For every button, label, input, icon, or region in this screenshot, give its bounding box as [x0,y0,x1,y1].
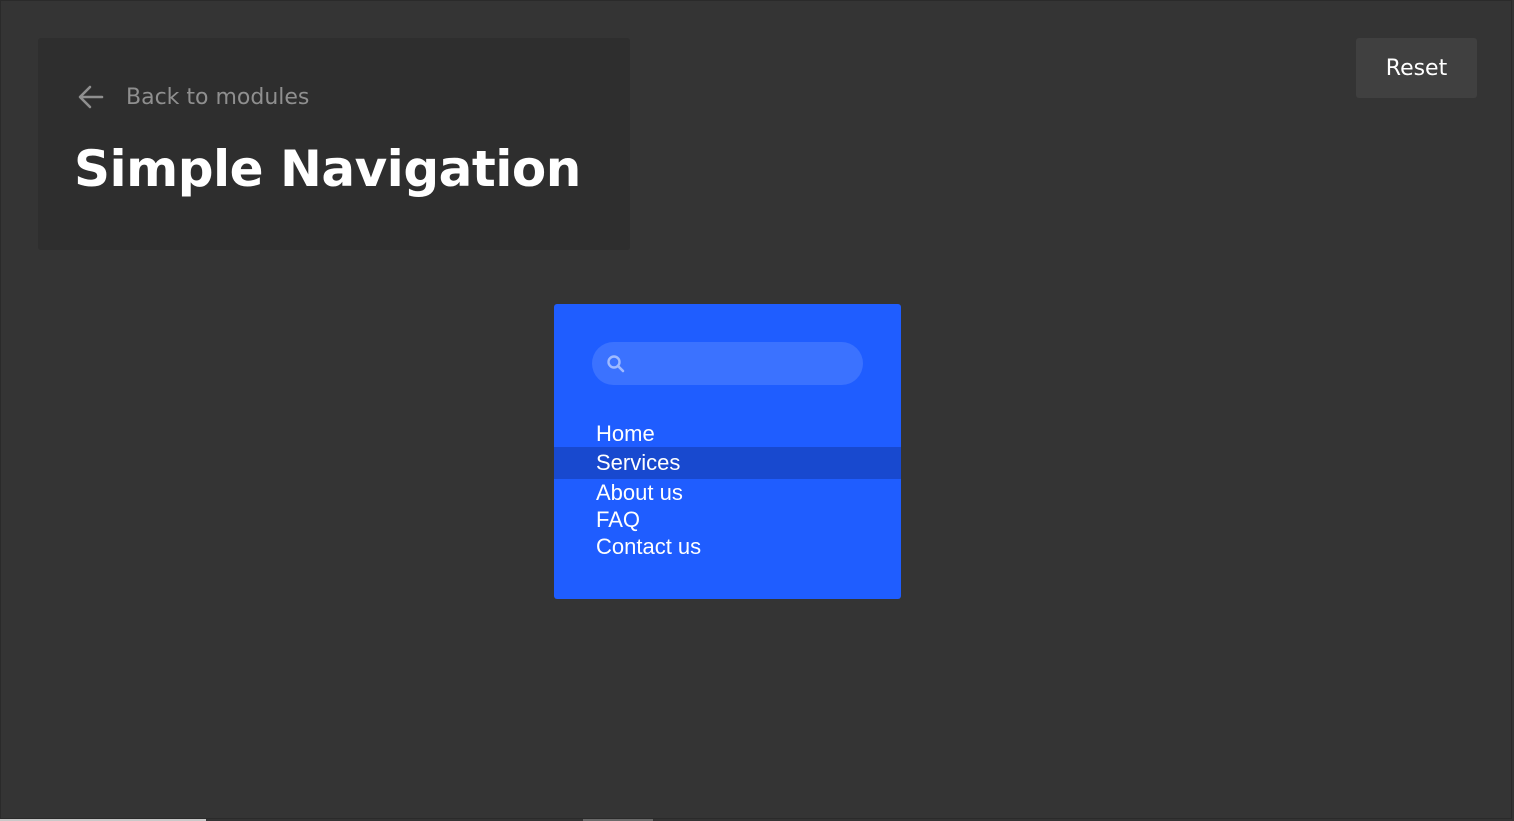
nav-item-faq[interactable]: FAQ [554,506,901,533]
header-card: Back to modules Simple Navigation [38,38,630,250]
nav-item-home[interactable]: Home [554,420,901,447]
arrow-left-icon [76,82,106,112]
nav-item-about-us[interactable]: About us [554,479,901,506]
nav-menu: Home Services About us FAQ Contact us [554,420,901,560]
reset-button[interactable]: Reset [1356,38,1477,98]
nav-item-contact-us[interactable]: Contact us [554,533,901,560]
page-title: Simple Navigation [74,140,581,198]
back-to-modules-link[interactable]: Back to modules [76,82,309,112]
search-input[interactable] [636,342,851,385]
search-icon [606,354,626,374]
nav-item-services[interactable]: Services [554,447,901,479]
search-box[interactable] [592,342,863,385]
navigation-panel: Home Services About us FAQ Contact us [554,304,901,599]
back-link-label: Back to modules [126,84,310,110]
